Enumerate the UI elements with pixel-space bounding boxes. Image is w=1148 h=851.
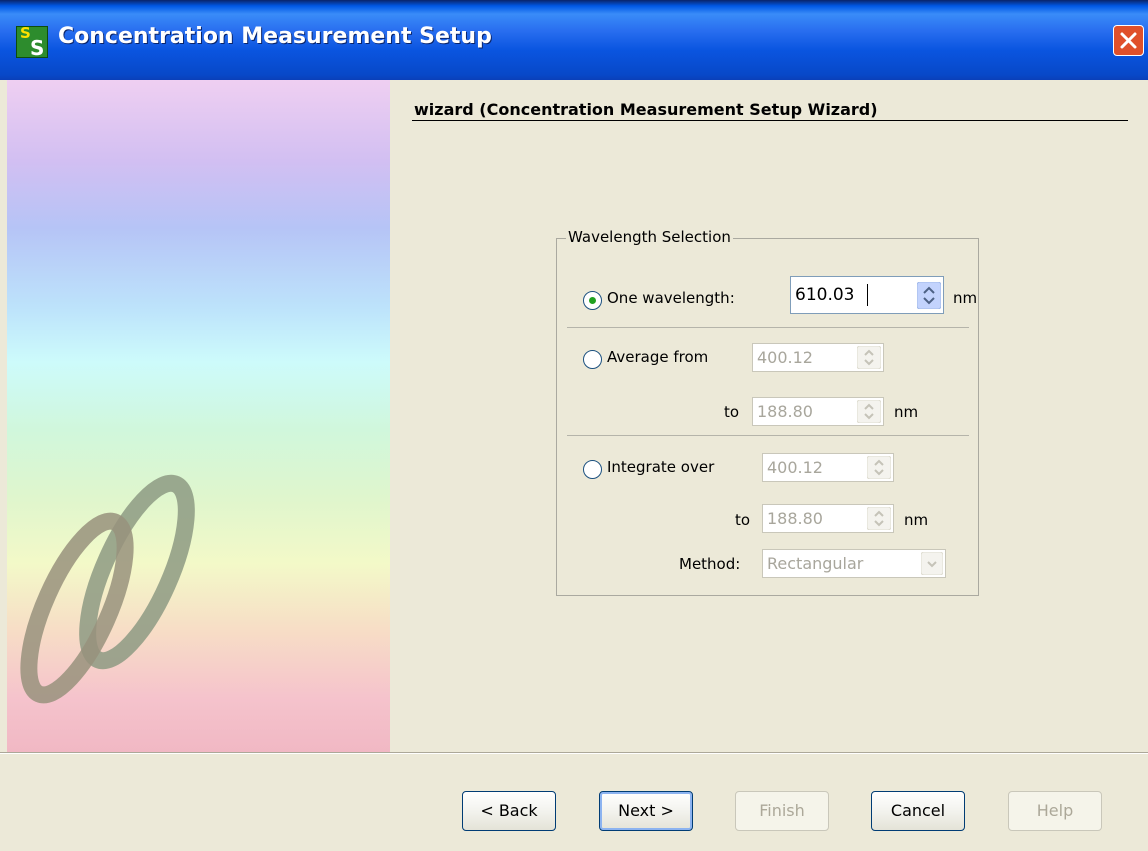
finish-button[interactable]: Finish <box>735 791 829 831</box>
app-icon: SS <box>16 24 48 60</box>
one-wavelength-radio[interactable] <box>583 291 602 310</box>
separator <box>567 435 969 436</box>
cancel-button[interactable]: Cancel <box>871 791 965 831</box>
average-unit: nm <box>894 403 919 421</box>
integrate-unit: nm <box>904 511 929 529</box>
wizard-side-image <box>7 80 390 752</box>
average-from-radio[interactable] <box>583 350 602 369</box>
integrate-from-value: 400.12 <box>767 458 823 477</box>
integrate-to-value: 188.80 <box>767 509 823 528</box>
average-to-spinner[interactable]: 188.80 <box>752 397 884 426</box>
next-button[interactable]: Next > <box>599 791 693 831</box>
wizard-heading: wizard (Concentration Measurement Setup … <box>414 100 878 119</box>
wavelength-selection-group: Wavelength Selection One wavelength: 610… <box>556 228 979 596</box>
method-value: Rectangular <box>767 554 864 573</box>
title-bar[interactable]: SS Concentration Measurement Setup <box>0 0 1148 80</box>
average-from-label: Average from <box>607 348 709 366</box>
text-caret <box>867 284 868 306</box>
help-button[interactable]: Help <box>1008 791 1102 831</box>
spin-arrows-icon <box>857 400 881 423</box>
integrate-over-label: Integrate over <box>607 458 715 476</box>
spin-arrows-icon <box>857 346 881 369</box>
method-label: Method: <box>679 555 741 573</box>
back-button[interactable]: < Back <box>462 791 556 831</box>
spin-arrows-icon <box>867 456 891 479</box>
separator <box>567 327 969 328</box>
spin-arrows-icon[interactable] <box>917 282 941 309</box>
one-wavelength-value: 610.03 <box>795 285 855 305</box>
integrate-from-spinner[interactable]: 400.12 <box>762 453 894 482</box>
close-button[interactable] <box>1113 25 1144 56</box>
wizard-content: wizard (Concentration Measurement Setup … <box>390 80 1148 752</box>
average-from-value: 400.12 <box>757 348 813 367</box>
close-icon <box>1120 32 1137 49</box>
spin-arrows-icon <box>867 507 891 530</box>
one-wavelength-spinner[interactable]: 610.03 <box>790 276 944 314</box>
method-select[interactable]: Rectangular <box>762 549 946 578</box>
one-wavelength-label: One wavelength: <box>607 289 735 307</box>
average-to-label: to <box>724 403 740 421</box>
average-from-spinner[interactable]: 400.12 <box>752 343 884 372</box>
rings-logo-icon <box>20 474 195 704</box>
integrate-to-spinner[interactable]: 188.80 <box>762 504 894 533</box>
window-title: Concentration Measurement Setup <box>58 24 492 49</box>
group-label: Wavelength Selection <box>566 228 733 246</box>
footer-divider-highlight <box>0 753 1148 754</box>
chevron-down-icon <box>920 551 944 576</box>
heading-divider <box>412 120 1128 121</box>
integrate-to-label: to <box>735 511 751 529</box>
integrate-over-radio[interactable] <box>583 460 602 479</box>
one-wavelength-unit: nm <box>953 289 978 307</box>
average-to-value: 188.80 <box>757 402 813 421</box>
